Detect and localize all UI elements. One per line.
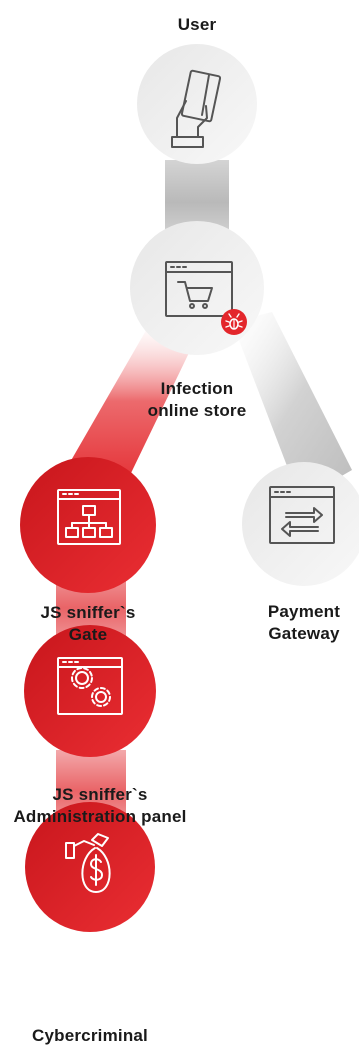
gateway-node [242,462,359,586]
gate-label-line1: JS sniffer`s [40,603,136,622]
admin-label: JS sniffer`s Administration panel [0,784,200,828]
gateway-label-line1: Payment [267,602,341,621]
admin-label-line2: Administration panel [13,807,187,826]
user-label: User [177,15,217,34]
store-label-line1: Infection [160,379,234,398]
store-label-line2: online store [147,401,247,420]
gateway-label-line2: Gateway [268,624,340,643]
store-label: Infection online store [117,378,277,422]
admin-label-line1: JS sniffer`s [52,785,148,804]
gate-label: JS sniffer`s Gate [8,602,168,646]
criminal-label: Cybercriminal [32,1026,148,1045]
gate-label-line2: Gate [68,625,108,644]
bug-icon [221,309,247,335]
gateway-label: Payment Gateway [249,601,359,645]
flow-diagram [20,44,359,932]
